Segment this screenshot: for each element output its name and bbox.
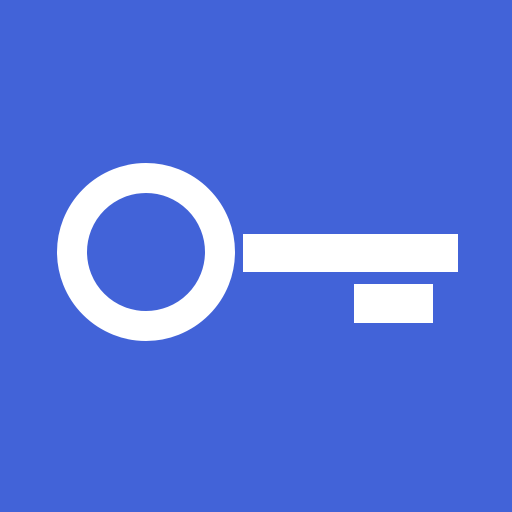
key-icon: [0, 0, 512, 512]
key-bit: [354, 284, 433, 323]
app-icon: [0, 0, 512, 512]
key-shaft: [243, 234, 458, 272]
